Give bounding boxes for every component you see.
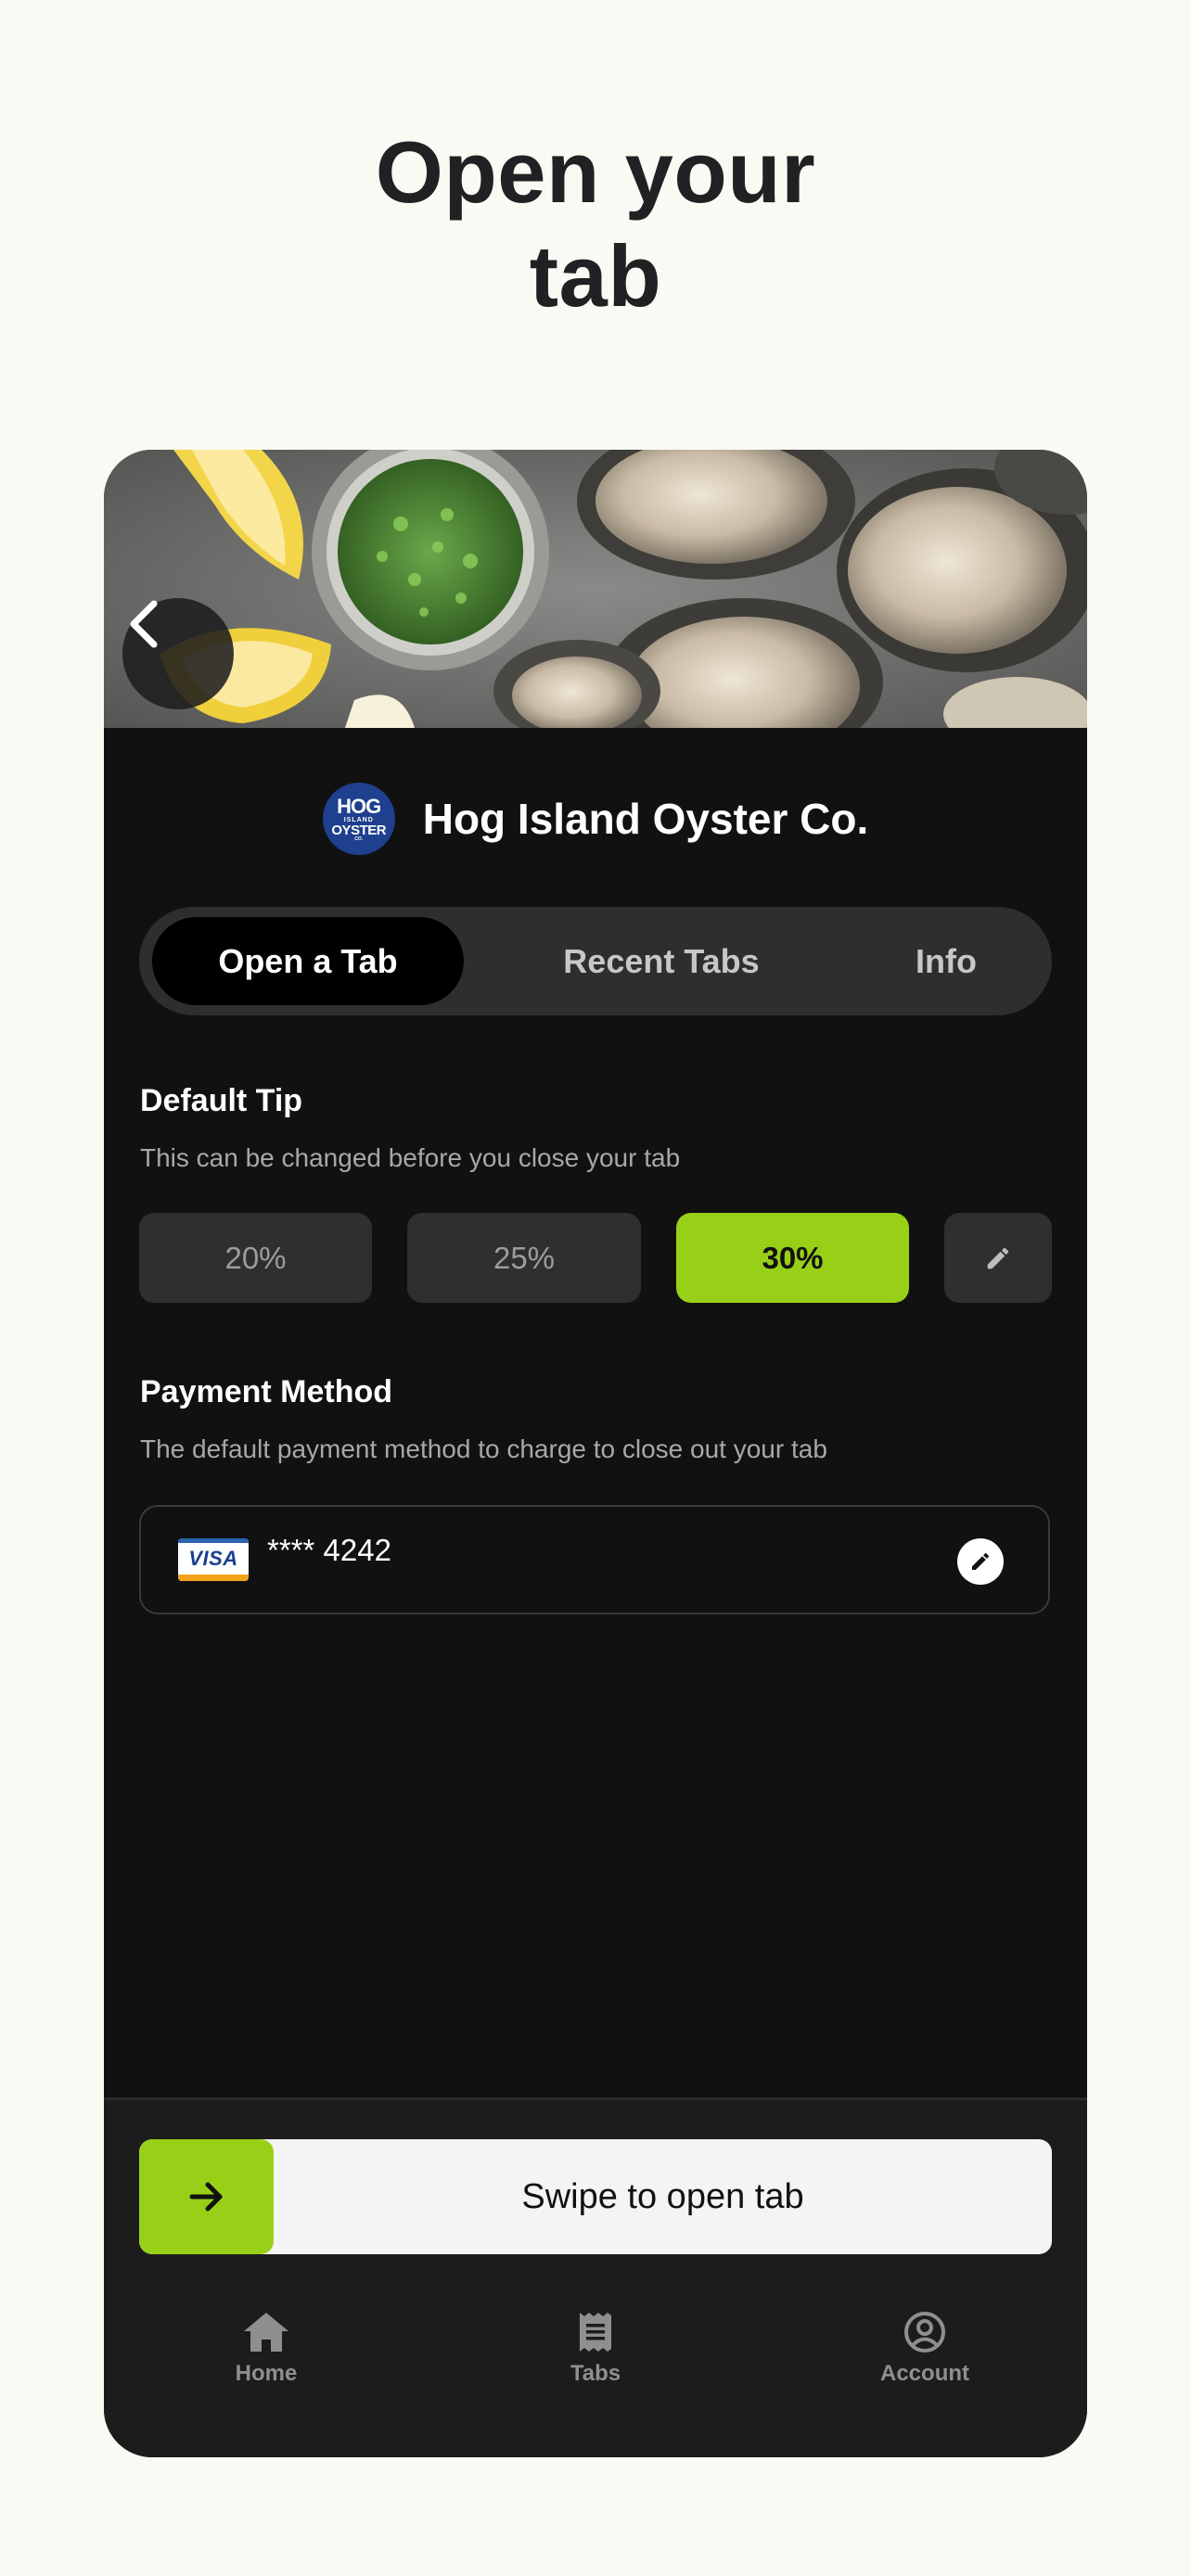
custom-tip-button[interactable] bbox=[944, 1213, 1052, 1303]
pencil-icon bbox=[972, 1552, 989, 1570]
venue-name: Hog Island Oyster Co. bbox=[422, 795, 869, 843]
payment-method-subtitle: The default payment method to charge to … bbox=[140, 1435, 827, 1463]
nav-home[interactable]: Home bbox=[173, 2311, 359, 2404]
app-screen: HOG ISLAND OYSTER CO. Hog Island Oyster … bbox=[104, 450, 1087, 2457]
nav-account-label: Account bbox=[880, 2361, 969, 2386]
visa-card-icon: VISA bbox=[178, 1538, 249, 1581]
nav-account[interactable]: Account bbox=[832, 2311, 1018, 2404]
account-icon bbox=[904, 2312, 945, 2353]
back-button[interactable] bbox=[122, 598, 234, 709]
nav-tabs-label: Tabs bbox=[570, 2361, 621, 2386]
headline-line-2: tab bbox=[529, 227, 662, 325]
default-tip-title: Default Tip bbox=[140, 1083, 303, 1118]
swipe-label: Swipe to open tab bbox=[521, 2176, 804, 2216]
arrow-right-icon bbox=[189, 2182, 222, 2212]
swipe-handle[interactable] bbox=[139, 2139, 274, 2254]
venue-logo: HOG ISLAND OYSTER CO. bbox=[322, 783, 395, 855]
tab-open-a-tab[interactable]: Open a Tab bbox=[152, 917, 464, 1005]
nav-home-label: Home bbox=[235, 2361, 298, 2386]
swipe-to-open-slider[interactable]: Swipe to open tab bbox=[139, 2139, 1052, 2254]
receipt-icon bbox=[580, 2313, 611, 2352]
bottom-panel: Swipe to open tab Home Tabs Account bbox=[104, 2098, 1087, 2457]
payment-method-title: Payment Method bbox=[140, 1374, 393, 1409]
nav-tabs[interactable]: Tabs bbox=[503, 2311, 688, 2404]
tab-recent-tabs[interactable]: Recent Tabs bbox=[538, 917, 785, 1005]
venue-hero-image bbox=[104, 450, 1087, 728]
headline-line-1: Open your bbox=[375, 123, 816, 221]
default-tip-subtitle: This can be changed before you close you… bbox=[140, 1143, 681, 1172]
page-headline: Open your tab bbox=[0, 121, 1191, 328]
card-number: **** 4242 bbox=[267, 1533, 391, 1567]
home-icon bbox=[244, 2313, 288, 2352]
venue-header: HOG ISLAND OYSTER CO. Hog Island Oyster … bbox=[104, 782, 1087, 856]
tab-switcher: Open a Tab Recent Tabs Info bbox=[139, 907, 1052, 1015]
payment-card-row[interactable]: VISA **** 4242 bbox=[139, 1505, 1050, 1614]
chevron-left-icon bbox=[130, 600, 158, 648]
tab-info[interactable]: Info bbox=[872, 917, 1020, 1005]
tip-option-20[interactable]: 20% bbox=[139, 1213, 372, 1303]
pencil-icon bbox=[987, 1247, 1009, 1269]
tip-option-25[interactable]: 25% bbox=[407, 1213, 641, 1303]
oyster-photo bbox=[104, 450, 1087, 728]
edit-payment-button[interactable] bbox=[957, 1538, 1004, 1585]
tip-option-30[interactable]: 30% bbox=[676, 1213, 909, 1303]
